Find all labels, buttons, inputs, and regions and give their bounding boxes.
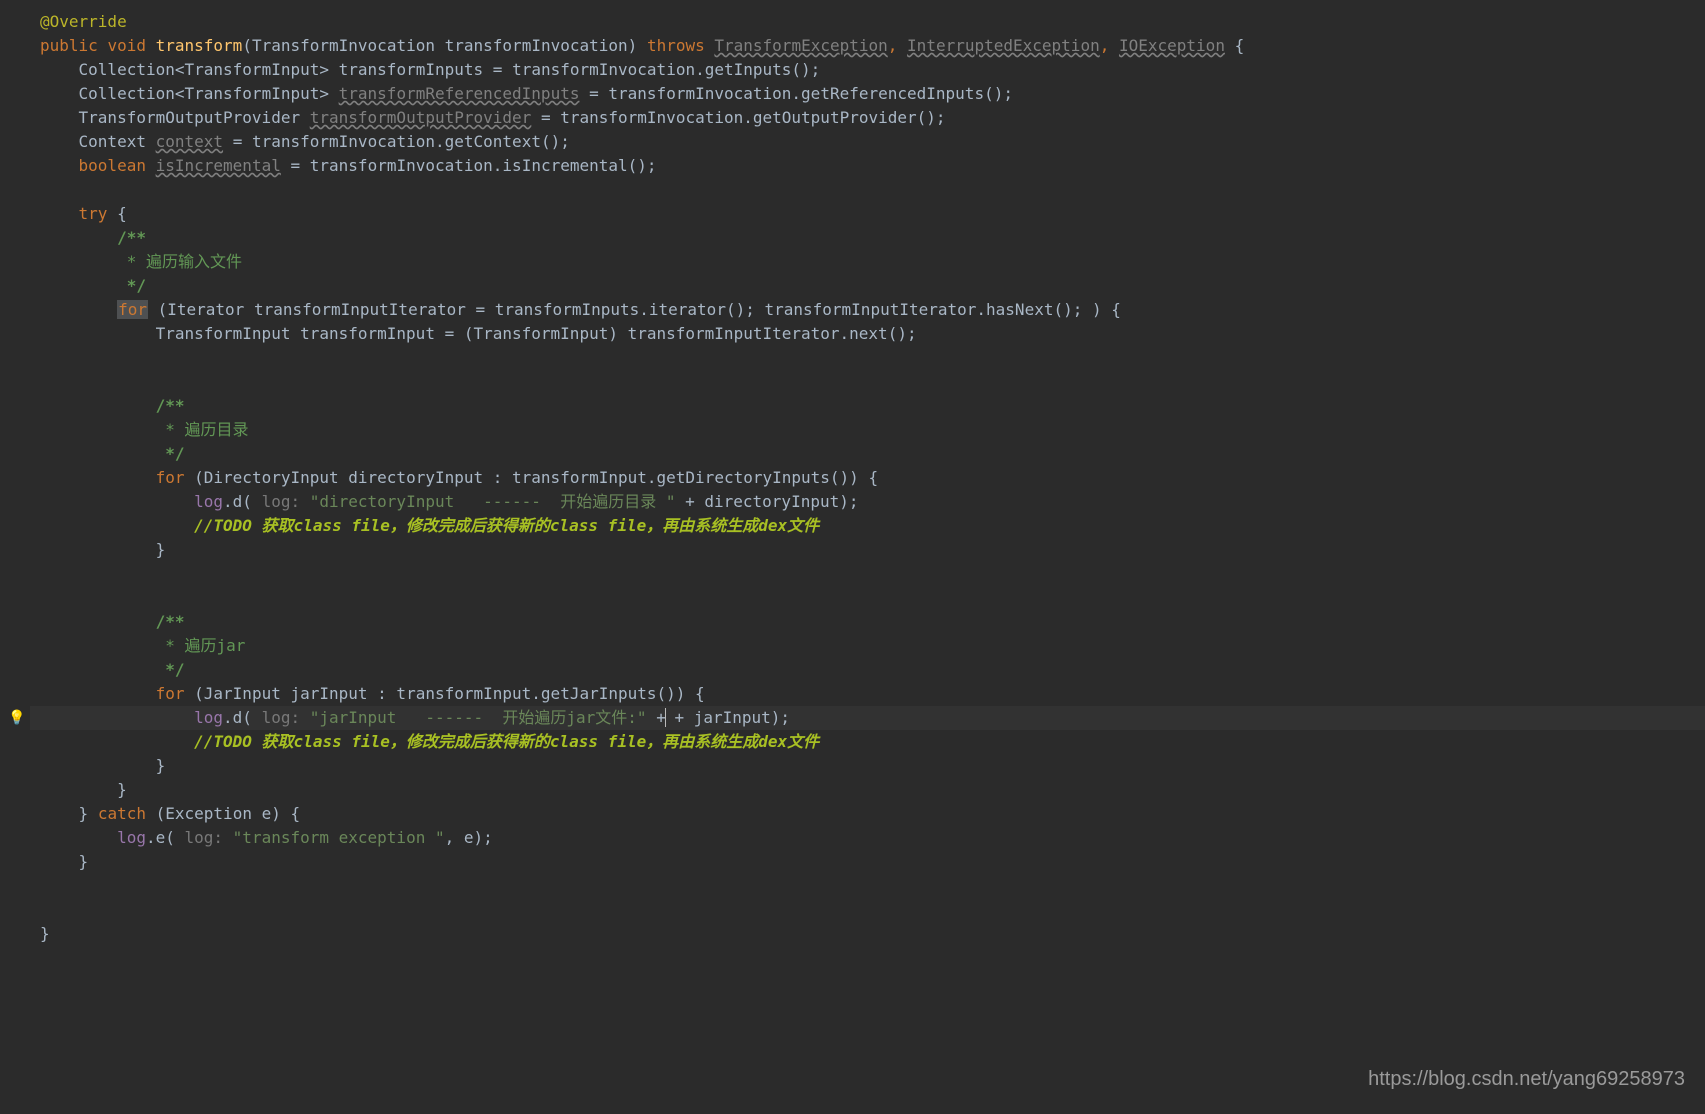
code-line: TransformInput transformInput = (Transfo… [30, 322, 1705, 346]
code-line: Collection<TransformInput> transformInpu… [30, 58, 1705, 82]
code-line: @Override [30, 10, 1705, 34]
code-line [30, 370, 1705, 394]
code-line: /** [30, 394, 1705, 418]
code-line-active: 💡 log.d( log: "jarInput ------ 开始遍历jar文件… [30, 706, 1705, 730]
code-line: //TODO 获取class file，修改完成后获得新的class file，… [30, 730, 1705, 754]
code-line [30, 874, 1705, 898]
code-line: for (Iterator transformInputIterator = t… [30, 298, 1705, 322]
code-line: TransformOutputProvider transformOutputP… [30, 106, 1705, 130]
code-line: for (JarInput jarInput : transformInput.… [30, 682, 1705, 706]
code-line: } catch (Exception e) { [30, 802, 1705, 826]
code-line: } [30, 922, 1705, 946]
code-line: */ [30, 442, 1705, 466]
code-line: public void transform(TransformInvocatio… [30, 34, 1705, 58]
code-line [30, 178, 1705, 202]
code-line [30, 898, 1705, 922]
code-line: log.d( log: "directoryInput ------ 开始遍历目… [30, 490, 1705, 514]
code-line: /** [30, 610, 1705, 634]
annotation: @Override [40, 12, 127, 31]
code-line: for (DirectoryInput directoryInput : tra… [30, 466, 1705, 490]
code-line: boolean isIncremental = transformInvocat… [30, 154, 1705, 178]
code-line: } [30, 850, 1705, 874]
intention-bulb-icon[interactable]: 💡 [8, 708, 25, 729]
code-line: } [30, 538, 1705, 562]
code-line [30, 586, 1705, 610]
code-line: log.e( log: "transform exception ", e); [30, 826, 1705, 850]
code-editor[interactable]: @Override public void transform(Transfor… [0, 10, 1705, 946]
watermark-text: https://blog.csdn.net/yang69258973 [1368, 1064, 1685, 1094]
code-line: * 遍历目录 [30, 418, 1705, 442]
code-line: try { [30, 202, 1705, 226]
code-line: /** [30, 226, 1705, 250]
code-line: } [30, 778, 1705, 802]
code-line [30, 562, 1705, 586]
code-line: */ [30, 658, 1705, 682]
code-line: */ [30, 274, 1705, 298]
code-line: Context context = transformInvocation.ge… [30, 130, 1705, 154]
code-line: Collection<TransformInput> transformRefe… [30, 82, 1705, 106]
code-line [30, 346, 1705, 370]
code-line: * 遍历输入文件 [30, 250, 1705, 274]
code-line: * 遍历jar [30, 634, 1705, 658]
code-line: //TODO 获取class file，修改完成后获得新的class file，… [30, 514, 1705, 538]
code-line: } [30, 754, 1705, 778]
